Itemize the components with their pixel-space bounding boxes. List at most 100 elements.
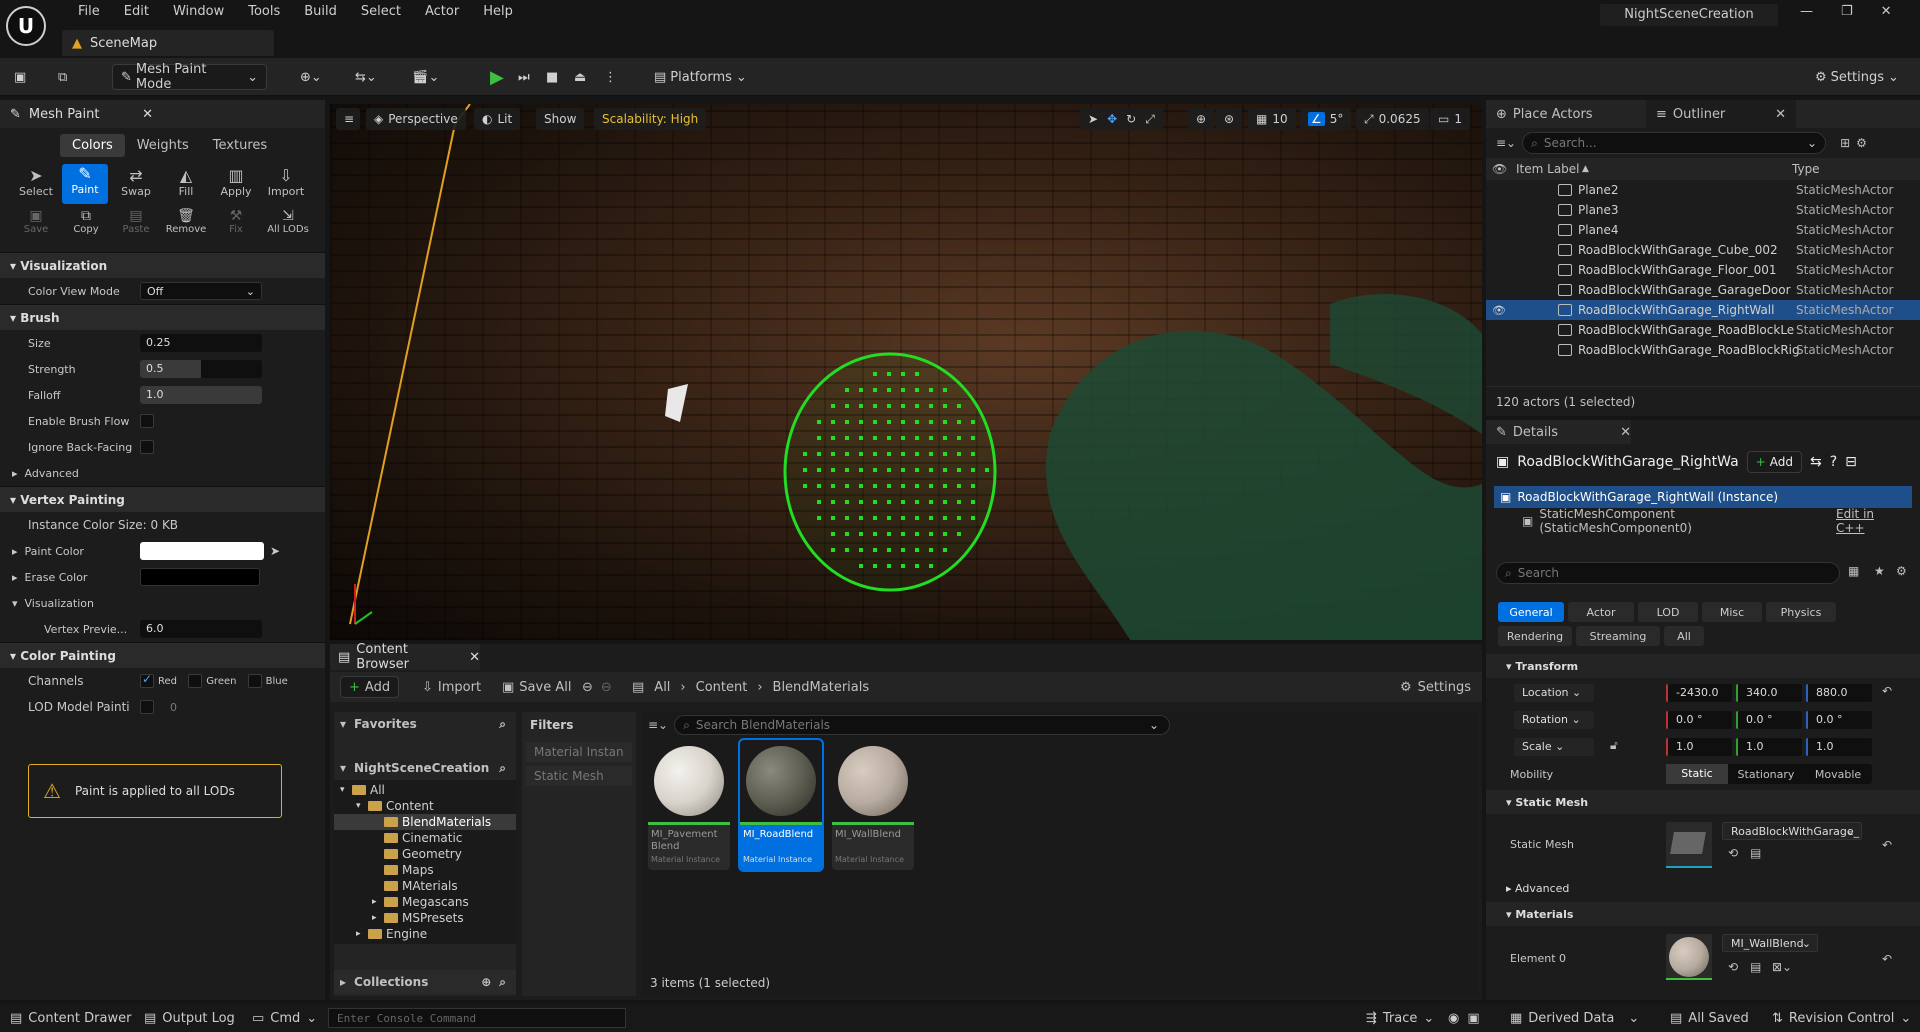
blueprint-icon[interactable]: ⇆ xyxy=(1810,454,1822,470)
settings-button[interactable]: ⚙ Settings ⌄ xyxy=(1815,64,1899,90)
add-collection-icon[interactable]: ⊕ xyxy=(481,975,491,989)
import-button[interactable]: ⇩ Import xyxy=(422,680,481,695)
tab-colors[interactable]: Colors xyxy=(60,133,125,157)
scale-y[interactable]: 1.0 xyxy=(1736,738,1802,756)
expand-arrow-icon[interactable]: ▸ xyxy=(372,894,380,910)
folder-item[interactable]: Cinematic xyxy=(334,830,516,846)
breadcrumb-content[interactable]: Content xyxy=(696,680,748,695)
breadcrumb-blendmaterials[interactable]: BlendMaterials xyxy=(773,680,870,695)
mesh-paint-tab[interactable]: ✎ Mesh Paint ✕ xyxy=(0,100,325,128)
content-drawer-button[interactable]: ▤ Content Drawer xyxy=(10,1011,131,1026)
component-row[interactable]: ▣ StaticMeshComponent (StaticMeshComponen… xyxy=(1522,507,1920,535)
blue-checkbox[interactable] xyxy=(247,674,262,688)
eye-icon[interactable]: 👁︎ xyxy=(1492,304,1506,317)
menu-edit[interactable]: Edit xyxy=(112,3,161,21)
transform-section[interactable]: ▾ Transform xyxy=(1486,654,1920,678)
asset-tile[interactable]: MI_WallBlend Material Instance xyxy=(832,740,914,870)
cinematics-icon[interactable]: 🎬︎⌄ xyxy=(412,64,439,90)
grid-snap-button[interactable]: ▦ 10 xyxy=(1248,108,1296,130)
tool-fix[interactable]: ⚒ Fix xyxy=(214,208,258,235)
show-button[interactable]: Show xyxy=(536,108,585,130)
location-y[interactable]: 340.0 xyxy=(1736,684,1802,702)
eyedropper-icon[interactable]: ➤ xyxy=(270,544,280,558)
reset-icon[interactable]: ↶ xyxy=(1882,684,1892,698)
angle-snap-button[interactable]: ∠ 5° xyxy=(1300,108,1352,130)
close-icon[interactable]: ✕ xyxy=(469,650,480,665)
move-tool-icon[interactable]: ✥ xyxy=(1107,112,1117,126)
browse-asset-icon[interactable]: ▤ xyxy=(1750,846,1761,860)
scale-tool-icon[interactable]: ⤢ xyxy=(1145,112,1155,127)
tab-outliner[interactable]: ≡ Outliner ✕ xyxy=(1646,100,1796,128)
size-input[interactable]: 0.25 xyxy=(140,334,262,352)
step-icon[interactable]: ⏭ xyxy=(518,64,530,90)
tool-import[interactable]: ⇩ Import xyxy=(264,166,308,198)
folder-item[interactable]: ▾ Content xyxy=(334,798,516,814)
scalability-button[interactable]: Scalability: High xyxy=(594,108,707,130)
folder-item[interactable]: Maps xyxy=(334,862,516,878)
project-header[interactable]: ▾ NightSceneCreation ⌕ xyxy=(334,756,516,780)
color-view-mode-select[interactable]: Off ⌄ xyxy=(140,282,262,300)
search-icon[interactable]: ⌕ xyxy=(499,975,506,990)
select-tool-icon[interactable]: ➤ xyxy=(1088,112,1098,126)
instance-row[interactable]: ▣ RoadBlockWithGarage_RightWall (Instance… xyxy=(1494,486,1912,508)
col-type[interactable]: Type xyxy=(1792,162,1820,176)
menu-build[interactable]: Build xyxy=(292,3,349,21)
location-dropdown[interactable]: Location ⌄ xyxy=(1514,684,1594,702)
green-checkbox[interactable] xyxy=(188,674,203,688)
outliner-search-input[interactable]: ⌕ Search... ⌄ xyxy=(1522,132,1827,154)
material-dropdown[interactable]: MI_WallBlend ⌄ xyxy=(1722,934,1818,952)
favorites-header[interactable]: ▾ Favorites ⌕ xyxy=(334,712,516,736)
expand-arrow-icon[interactable]: ▾ xyxy=(356,798,364,814)
cb-settings-button[interactable]: ⚙ Settings xyxy=(1400,680,1471,695)
asset-search-input[interactable]: ⌕ Search BlendMaterials ⌄ xyxy=(674,715,1171,735)
add-button[interactable]: + Add xyxy=(340,676,400,698)
outliner-row[interactable]: Plane4 StaticMeshActor xyxy=(1486,220,1920,240)
tool-select[interactable]: ➤ Select xyxy=(14,166,58,198)
static-mesh-section[interactable]: ▾ Static Mesh xyxy=(1486,790,1920,814)
details-tab[interactable]: ✎ Details ✕ xyxy=(1486,420,1631,444)
add-folder-icon[interactable]: ⊞ xyxy=(1840,136,1850,150)
tool-save[interactable]: ▣ Save xyxy=(14,208,58,235)
enable-brush-flow-checkbox[interactable] xyxy=(140,414,154,428)
static-mesh-dropdown[interactable]: RoadBlockWithGarage_ ⌄ xyxy=(1722,822,1862,840)
stop-icon[interactable]: ■ xyxy=(546,64,558,90)
scale-dropdown[interactable]: Scale ⌄ xyxy=(1514,738,1594,756)
mobility-static[interactable]: Static xyxy=(1666,764,1728,784)
hamburger-icon[interactable]: ≡ xyxy=(336,108,360,130)
edit-cpp-link[interactable]: Edit in C++ xyxy=(1836,507,1906,535)
table-view-icon[interactable]: ▦ xyxy=(1848,564,1859,578)
tool-copy[interactable]: ⧉ Copy xyxy=(64,208,108,235)
level-viewport[interactable] xyxy=(330,104,1482,640)
scale-x[interactable]: 1.0 xyxy=(1666,738,1732,756)
trace-button[interactable]: ⇶ Trace ⌄ xyxy=(1366,1011,1434,1026)
expand-arrow-icon[interactable]: ▸ xyxy=(372,910,380,926)
tool-swap[interactable]: ⇄ Swap xyxy=(114,166,158,198)
camera-speed-button[interactable]: ▭ 1 xyxy=(1430,108,1470,130)
snapshot-icon[interactable]: ▣ xyxy=(1467,1011,1479,1026)
rotation-dropdown[interactable]: Rotation ⌄ xyxy=(1514,711,1594,729)
tab-textures[interactable]: Textures xyxy=(201,134,279,157)
asset-tile-selected[interactable]: MI_RoadBlend Material Instance xyxy=(738,738,824,872)
browse-asset-icon[interactable]: ▤ xyxy=(1750,960,1761,974)
tab-misc[interactable]: Misc xyxy=(1702,602,1762,622)
tab-place-actors[interactable]: ⊕ Place Actors xyxy=(1486,107,1646,122)
ignore-back-facing-checkbox[interactable] xyxy=(140,440,154,454)
static-mesh-thumbnail[interactable] xyxy=(1666,822,1712,868)
all-saved-button[interactable]: ▤ All Saved xyxy=(1670,1011,1749,1026)
color-painting-section[interactable]: ▾ Color Painting xyxy=(0,642,325,668)
outliner-row[interactable]: Plane3 StaticMeshActor xyxy=(1486,200,1920,220)
unreal-logo-icon[interactable]: U xyxy=(6,6,46,46)
tab-weights[interactable]: Weights xyxy=(125,134,201,157)
play-options-icon[interactable]: ⋮ xyxy=(604,64,617,90)
tab-actor[interactable]: Actor xyxy=(1568,602,1634,622)
tool-paint[interactable]: ✎ Paint xyxy=(62,164,108,204)
advanced-section[interactable]: ▸ Advanced xyxy=(1486,876,1920,900)
asset-tile[interactable]: MI_Pavement Blend Material Instance xyxy=(648,740,730,870)
folder-item[interactable]: ▾ All xyxy=(334,782,516,798)
output-log-button[interactable]: ▤ Output Log xyxy=(144,1011,235,1026)
folder-item[interactable]: ▸ Megascans xyxy=(334,894,516,910)
platforms-button[interactable]: ▤ Platforms ⌄ xyxy=(654,64,747,90)
menu-select[interactable]: Select xyxy=(349,3,413,21)
search-icon[interactable]: ⌕ xyxy=(499,717,506,732)
tool-remove[interactable]: 🗑︎ Remove xyxy=(164,208,208,235)
